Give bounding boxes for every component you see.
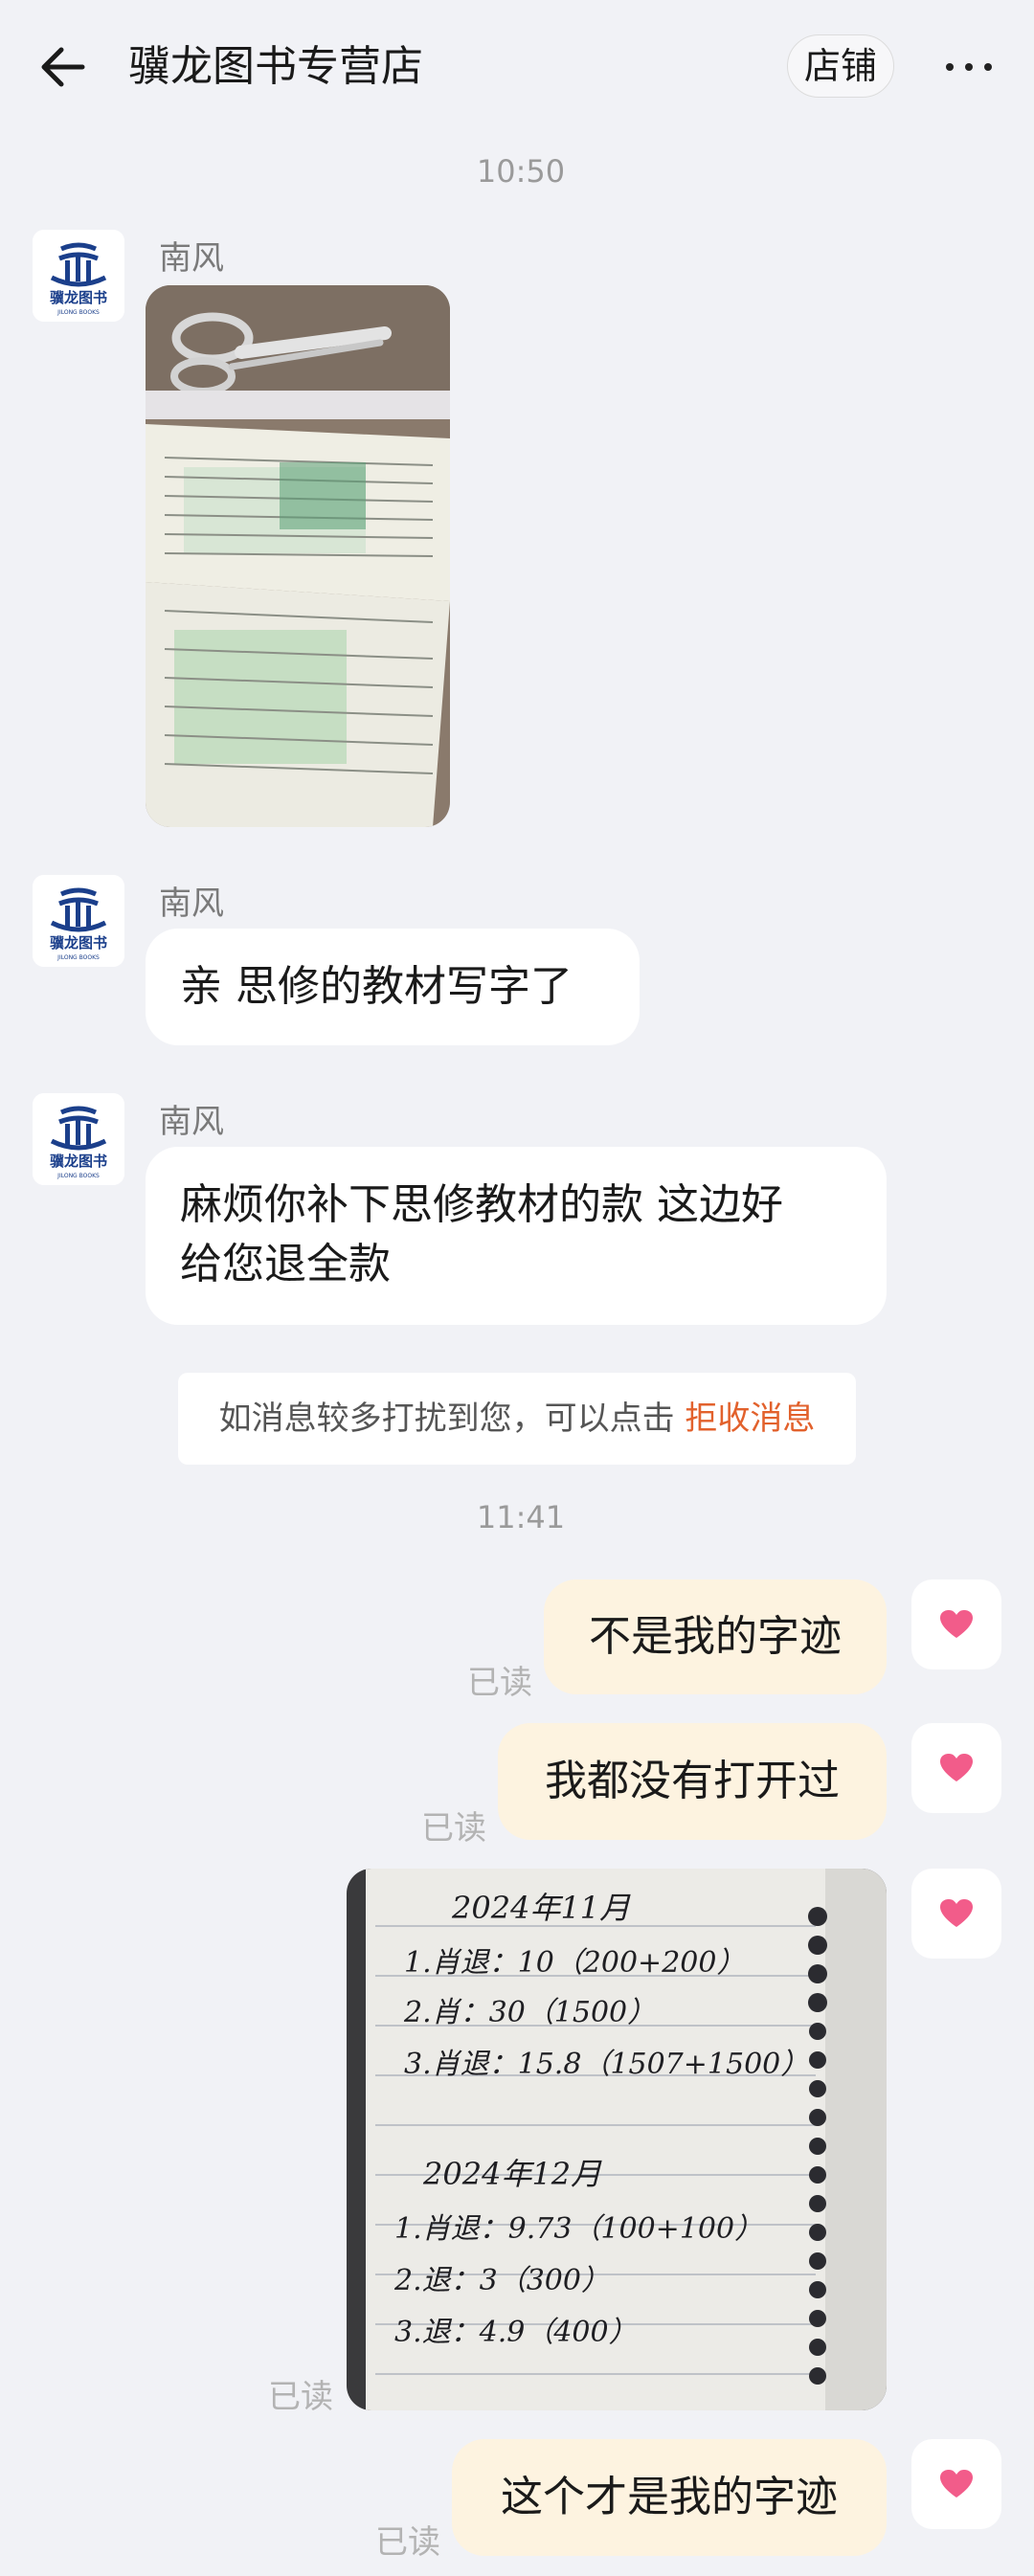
avatar[interactable]: 骥龙图书 JILONG BOOKS (33, 875, 124, 967)
read-status: 已读 (467, 1664, 532, 1702)
svg-text:JILONG BOOKS: JILONG BOOKS (56, 309, 100, 316)
jilong-logo-icon: 骥龙图书 JILONG BOOKS (33, 230, 124, 322)
svg-text:JILONG BOOKS: JILONG BOOKS (56, 954, 100, 961)
like-button[interactable] (911, 1869, 1001, 1959)
notebook-line: 3.肖退：15.8（1507+1500） (404, 2048, 809, 2081)
timestamp: 10:50 (476, 153, 566, 190)
shop-button[interactable]: 店铺 (787, 34, 894, 98)
page-title: 骥龙图书专营店 (128, 42, 423, 91)
incoming-message[interactable]: 亲 思修的教材写字了 (146, 929, 640, 1045)
more-options-icon[interactable] (942, 50, 996, 84)
read-status: 已读 (375, 2523, 440, 2562)
like-button[interactable] (911, 2439, 1001, 2529)
message-text: 这个才是我的字迹 (501, 2473, 838, 2521)
svg-text:骥龙图书: 骥龙图书 (50, 289, 107, 306)
like-button[interactable] (911, 1579, 1001, 1669)
photo-textbook[interactable] (146, 285, 450, 827)
svg-text:骥龙图书: 骥龙图书 (50, 934, 107, 952)
back-arrow-icon[interactable] (36, 38, 94, 96)
timestamp: 11:41 (476, 1499, 566, 1535)
sender-name: 南风 (159, 1103, 224, 1141)
notice-text: 如消息较多打扰到您，可以点击 (218, 1400, 686, 1438)
message-text-line: 给您退全款 (180, 1240, 391, 1288)
notebook-line: 1.肖退：9.73（100+100） (394, 2212, 763, 2246)
svg-text:JILONG BOOKS: JILONG BOOKS (56, 1173, 100, 1179)
svg-text:骥龙图书: 骥龙图书 (50, 1153, 107, 1170)
outgoing-message[interactable]: 这个才是我的字迹 (452, 2439, 887, 2556)
sender-name: 南风 (159, 885, 224, 923)
message-text: 我都没有打开过 (545, 1757, 840, 1805)
message-text: 亲 思修的教材写字了 (180, 962, 573, 1011)
read-status: 已读 (421, 1809, 486, 1848)
like-button[interactable] (911, 1723, 1001, 1813)
heart-icon (940, 2470, 973, 2498)
message-text-line: 麻烦你补下思修教材的款 这边好 (180, 1180, 783, 1229)
reject-messages-link[interactable]: 拒收消息 (685, 1400, 815, 1438)
heart-icon (940, 1899, 973, 1927)
photo-notebook[interactable]: 2024年11月 1.肖退：10（200+200） 2.肖：30（1500） 3… (347, 1869, 887, 2410)
incoming-message[interactable]: 麻烦你补下思修教材的款 这边好 给您退全款 (146, 1147, 887, 1325)
notebook-line: 2.退：3（300） (393, 2264, 610, 2297)
read-status: 已读 (268, 2378, 333, 2416)
outgoing-message[interactable]: 不是我的字迹 (544, 1579, 887, 1694)
notebook-line: 2.肖：30（1500） (403, 1996, 656, 2029)
avatar[interactable]: 骥龙图书 JILONG BOOKS (33, 1093, 124, 1185)
outgoing-message[interactable]: 我都没有打开过 (498, 1723, 887, 1840)
avatar[interactable]: 骥龙图书 JILONG BOOKS (33, 230, 124, 322)
sender-name: 南风 (159, 239, 224, 278)
notebook-line: 1.肖退：10（200+200） (404, 1946, 745, 1980)
notebook-line: 2024年12月 (422, 2156, 602, 2192)
notice-banner: 如消息较多打扰到您，可以点击 拒收消息 (178, 1373, 856, 1465)
notebook-line: 2024年11月 (451, 1890, 631, 1926)
heart-icon (940, 1610, 973, 1638)
heart-icon (940, 1754, 973, 1781)
notebook-line: 3.退：4.9（400） (394, 2316, 638, 2349)
message-text: 不是我的字迹 (589, 1612, 842, 1661)
